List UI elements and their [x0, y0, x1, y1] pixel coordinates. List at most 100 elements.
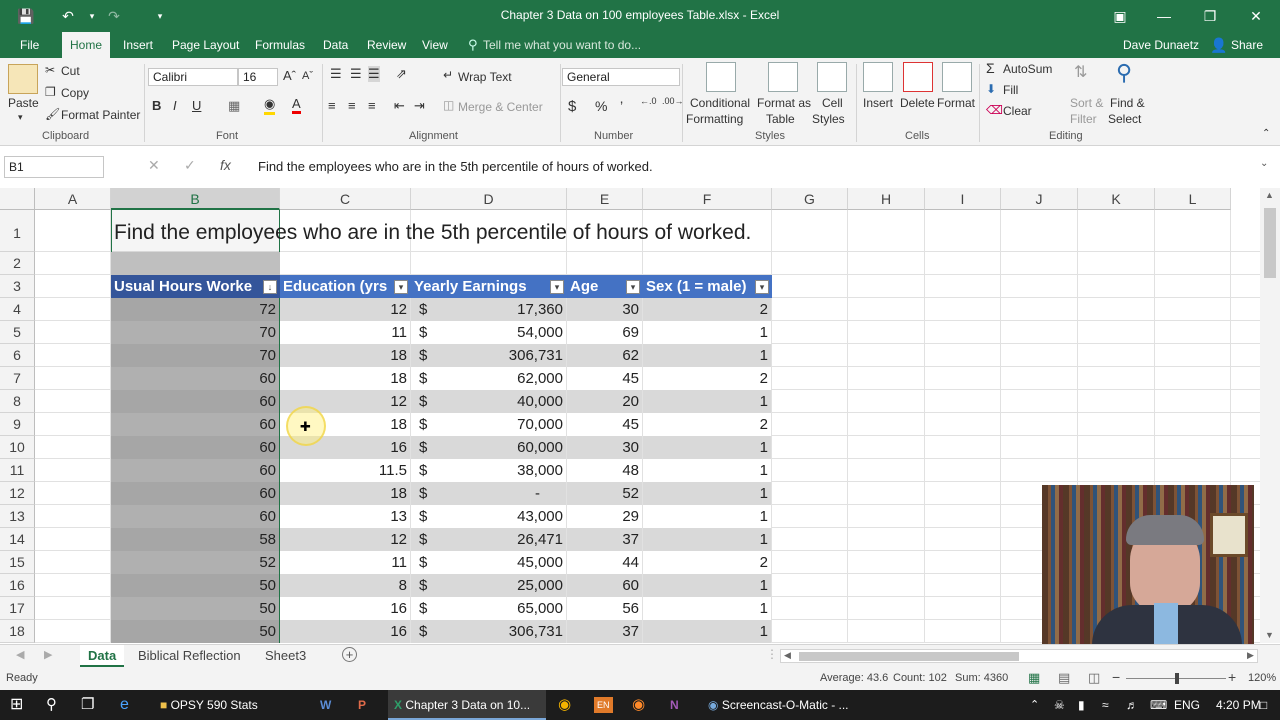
cell-earnings[interactable]: 25,000	[431, 574, 566, 597]
table-header-5[interactable]: Sex (1 = male)	[643, 275, 772, 298]
align-center-icon[interactable]: ≡	[348, 98, 356, 113]
normal-view-icon[interactable]: ▦	[1028, 670, 1040, 686]
cell-education[interactable]: 8	[280, 574, 410, 597]
cell-earnings[interactable]: 60,000	[431, 436, 566, 459]
zoom-out-icon[interactable]: −	[1112, 669, 1120, 685]
format-cells-button[interactable]: Format	[937, 96, 975, 110]
row-header-16[interactable]: 16	[0, 574, 35, 597]
cell-age[interactable]: 30	[567, 436, 642, 459]
column-header-a[interactable]: A	[35, 188, 111, 210]
minimize-icon[interactable]: —	[1154, 6, 1174, 26]
cell-hours[interactable]: 60	[111, 459, 279, 482]
cell-hours[interactable]: 58	[111, 528, 279, 551]
cell-b1-title[interactable]: Find the employees who are in the 5th pe…	[114, 218, 834, 248]
cell-earnings[interactable]: 54,000	[431, 321, 566, 344]
row-header-9[interactable]: 9	[0, 413, 35, 436]
paste-icon[interactable]	[8, 64, 38, 94]
fill-color-icon[interactable]: ◉	[264, 96, 276, 115]
row-header-18[interactable]: 18	[0, 620, 35, 643]
align-middle-icon[interactable]: ☰	[350, 66, 362, 82]
edge-browser-icon[interactable]: e	[120, 690, 129, 720]
cell-sex[interactable]: 1	[643, 321, 771, 344]
cell-earnings[interactable]: 45,000	[431, 551, 566, 574]
column-header-d[interactable]: D	[411, 188, 567, 210]
filter-dropdown-icon[interactable]: ▾	[755, 280, 769, 294]
horizontal-scrollbar-thumb[interactable]	[799, 652, 1019, 661]
ribbon-display-options-icon[interactable]: ▣	[1110, 6, 1130, 26]
sort-filter-label[interactable]: Sort &	[1070, 96, 1103, 110]
underline-icon[interactable]: U	[192, 98, 201, 113]
row-header-11[interactable]: 11	[0, 459, 35, 482]
cell-sex[interactable]: 2	[643, 551, 771, 574]
find-select-label[interactable]: Find &	[1110, 96, 1145, 110]
copy-button[interactable]: Copy	[61, 86, 89, 100]
cell-sex[interactable]: 1	[643, 390, 771, 413]
orientation-icon[interactable]: ⇗	[396, 66, 407, 82]
search-icon[interactable]: ⚲	[46, 690, 57, 720]
table-header-3[interactable]: Yearly Earnings	[411, 275, 567, 298]
column-header-k[interactable]: K	[1078, 188, 1155, 210]
cell-hours[interactable]: 50	[111, 574, 279, 597]
chrome-icon[interactable]: ◉	[558, 690, 571, 720]
share-button[interactable]: Share	[1223, 32, 1271, 58]
row-header-7[interactable]: 7	[0, 367, 35, 390]
tab-split-handle-icon[interactable]: ⋮	[766, 647, 778, 661]
increase-decimal-icon[interactable]: ←.0	[640, 96, 657, 106]
row-header-2[interactable]: 2	[0, 252, 35, 275]
cell-education[interactable]: 12	[280, 298, 410, 321]
cell-earnings[interactable]: -	[431, 482, 566, 505]
cell-sex[interactable]: 1	[643, 528, 771, 551]
tab-data[interactable]: Data	[315, 32, 356, 58]
next-sheet-icon[interactable]: ▶	[44, 648, 52, 661]
row-header-4[interactable]: 4	[0, 298, 35, 321]
firefox-icon[interactable]: ◉	[632, 690, 645, 720]
font-name-select[interactable]: Calibri	[148, 68, 238, 86]
tab-view[interactable]: View	[414, 32, 456, 58]
row-header-8[interactable]: 8	[0, 390, 35, 413]
row-header-15[interactable]: 15	[0, 551, 35, 574]
task-view-icon[interactable]: ❐	[81, 690, 94, 720]
cell-hours[interactable]: 60	[111, 367, 279, 390]
cell-earnings[interactable]: 38,000	[431, 459, 566, 482]
column-header-b[interactable]: B	[111, 188, 280, 210]
cell-age[interactable]: 37	[567, 528, 642, 551]
cell-education[interactable]: 18	[280, 367, 410, 390]
row-header-1[interactable]: 1	[0, 210, 35, 252]
font-size-select[interactable]: 16	[238, 68, 278, 86]
keyboard-icon[interactable]: ⌨	[1150, 690, 1167, 720]
decrease-indent-icon[interactable]: ⇤	[394, 98, 405, 114]
cell-hours[interactable]: 60	[111, 482, 279, 505]
cell-age[interactable]: 60	[567, 574, 642, 597]
cancel-icon[interactable]: ✕	[148, 157, 160, 174]
scroll-right-icon[interactable]: ▶	[1247, 650, 1254, 661]
cell-education[interactable]: 16	[280, 620, 410, 643]
column-header-i[interactable]: I	[925, 188, 1001, 210]
tab-file[interactable]: File	[12, 32, 47, 58]
cell-sex[interactable]: 1	[643, 459, 771, 482]
delete-cells-button[interactable]: Delete	[900, 96, 935, 110]
cell-styles-label-2[interactable]: Styles	[812, 112, 845, 126]
row-header-5[interactable]: 5	[0, 321, 35, 344]
cell-age[interactable]: 45	[567, 367, 642, 390]
cut-button[interactable]: Cut	[61, 64, 80, 78]
format-as-table-label-2[interactable]: Table	[766, 112, 795, 126]
filter-dropdown-icon[interactable]: ↓	[263, 280, 277, 294]
page-layout-view-icon[interactable]: ▤	[1058, 670, 1070, 686]
cell-hours[interactable]: 72	[111, 298, 279, 321]
network-icon[interactable]: ☠	[1054, 690, 1065, 720]
format-as-table-label[interactable]: Format as	[757, 96, 811, 110]
wrap-text-button[interactable]: Wrap Text	[458, 70, 512, 84]
close-icon[interactable]: ✕	[1246, 6, 1266, 26]
cell-sex[interactable]: 1	[643, 597, 771, 620]
notification-center-icon[interactable]: □	[1260, 690, 1267, 720]
zoom-slider-thumb[interactable]	[1175, 673, 1179, 684]
tab-insert[interactable]: Insert	[115, 32, 161, 58]
row-header-12[interactable]: 12	[0, 482, 35, 505]
cell-education[interactable]: 16	[280, 597, 410, 620]
column-header-f[interactable]: F	[643, 188, 772, 210]
cell-earnings[interactable]: 43,000	[431, 505, 566, 528]
column-header-j[interactable]: J	[1001, 188, 1078, 210]
select-all-corner[interactable]	[0, 188, 35, 210]
cell-hours[interactable]: 52	[111, 551, 279, 574]
row-header-17[interactable]: 17	[0, 597, 35, 620]
